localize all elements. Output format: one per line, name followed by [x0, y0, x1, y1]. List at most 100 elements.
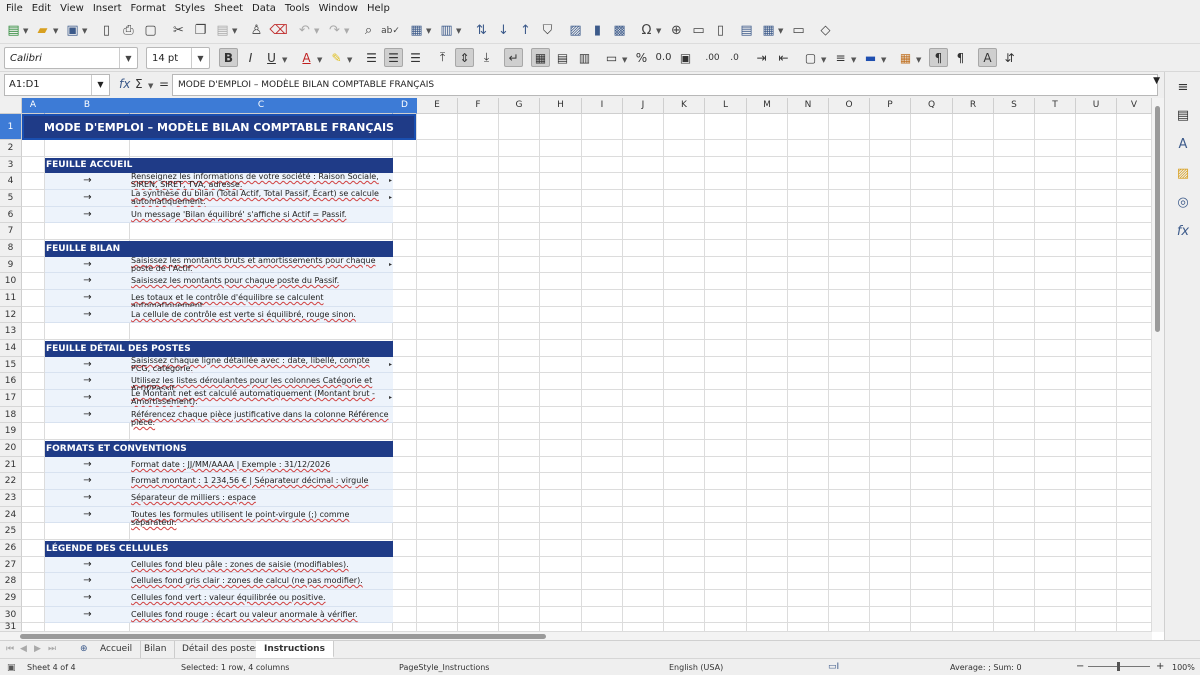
special-character-icon[interactable]: Ω: [638, 22, 655, 39]
row-header-28[interactable]: 28: [0, 573, 22, 590]
styles-icon[interactable]: A: [1174, 135, 1192, 153]
sort-descending-icon[interactable]: ↑: [517, 22, 534, 39]
first-sheet-icon[interactable]: ⏮: [6, 644, 14, 654]
instruction-row[interactable]: → Le Montant net est calculé automatiquem…: [45, 390, 393, 407]
column-dropdown-icon[interactable]: ▼: [456, 27, 461, 35]
document-modified-icon[interactable]: ▣: [7, 663, 16, 673]
column-header-t[interactable]: T: [1035, 98, 1076, 114]
open-folder-icon[interactable]: ▰: [34, 22, 51, 39]
row-header-24[interactable]: 24: [0, 507, 22, 523]
instruction-row[interactable]: → Saisissez chaque ligne détaillée avec :…: [45, 357, 393, 373]
row-header-18[interactable]: 18: [0, 407, 22, 423]
align-bottom-icon[interactable]: ⤓: [477, 48, 496, 67]
increase-indent-icon[interactable]: ⇥: [752, 48, 771, 67]
row-header-16[interactable]: 16: [0, 373, 22, 390]
menu-sheet[interactable]: Sheet: [214, 3, 243, 14]
align-right-icon[interactable]: ☰: [406, 48, 425, 67]
borders-dropdown-icon[interactable]: ▼: [821, 56, 826, 64]
ltr-text-icon[interactable]: ¶: [929, 48, 948, 67]
gallery-icon[interactable]: ▨: [1174, 164, 1192, 182]
print-icon[interactable]: ⎙: [120, 22, 137, 39]
borders-icon[interactable]: ▢: [801, 48, 820, 67]
row-header-12[interactable]: 12: [0, 307, 22, 323]
text-vertical-icon[interactable]: ⇵: [1000, 48, 1019, 67]
row-header-5[interactable]: 5: [0, 190, 22, 207]
instruction-row[interactable]: → Cellules fond vert : valeur équilibrée …: [45, 590, 393, 607]
insert-image-icon[interactable]: ▨: [567, 22, 584, 39]
underline-dropdown-icon[interactable]: ▼: [282, 56, 287, 64]
horizontal-scroll-thumb[interactable]: [20, 634, 546, 639]
column-header-j[interactable]: J: [623, 98, 664, 114]
page-style[interactable]: PageStyle_Instructions: [399, 663, 489, 672]
new-document-icon[interactable]: ▤: [5, 22, 22, 39]
formula-status[interactable]: Average: ; Sum: 0: [950, 663, 1022, 672]
define-print-area-icon[interactable]: ▤: [738, 22, 755, 39]
section-heading[interactable]: FORMATS ET CONVENTIONS: [45, 441, 393, 457]
instruction-row[interactable]: → Toutes les formules utilisent le point-…: [45, 507, 393, 527]
row-header-23[interactable]: 23: [0, 490, 22, 507]
instruction-row[interactable]: → Saisissez les montants bruts et amortis…: [45, 257, 393, 273]
wrap-text-icon[interactable]: ↵: [504, 48, 523, 67]
delete-decimal-icon[interactable]: .0: [725, 48, 744, 67]
navigator-icon[interactable]: ◎: [1174, 193, 1192, 211]
pivot-table-icon[interactable]: ▩: [611, 22, 628, 39]
rtl-text-icon[interactable]: ¶: [951, 48, 970, 67]
last-sheet-icon[interactable]: ⏭: [48, 644, 56, 654]
column-header-r[interactable]: R: [953, 98, 994, 114]
sum-icon[interactable]: Σ: [135, 77, 143, 91]
column-header-k[interactable]: K: [664, 98, 705, 114]
chevron-down-icon[interactable]: ▼: [119, 48, 137, 68]
column-header-q[interactable]: Q: [911, 98, 953, 114]
tab-bilan[interactable]: Bilan: [136, 641, 176, 658]
add-sheet-icon[interactable]: ⊕: [80, 644, 88, 654]
vertical-scrollbar[interactable]: [1152, 98, 1164, 632]
column-header-b[interactable]: B: [45, 98, 130, 114]
text-horizontal-icon[interactable]: A: [978, 48, 997, 67]
instruction-row[interactable]: → Format date : JJ/MM/AAAA | Exemple : 31…: [45, 457, 393, 473]
column-header-l[interactable]: L: [705, 98, 747, 114]
font-color-dropdown-icon[interactable]: ▼: [317, 56, 322, 64]
column-header-h[interactable]: H: [540, 98, 582, 114]
section-heading[interactable]: FEUILLE ACCUEIL: [45, 158, 393, 173]
clear-formatting-icon[interactable]: ⌫: [269, 22, 287, 39]
column-header-o[interactable]: O: [829, 98, 870, 114]
clone-formatting-icon[interactable]: ♙: [248, 22, 265, 39]
redo-dropdown-icon[interactable]: ▼: [344, 27, 349, 35]
export-pdf-icon[interactable]: ▯: [98, 22, 115, 39]
column-header-i[interactable]: I: [582, 98, 623, 114]
column-header-v[interactable]: V: [1117, 98, 1152, 114]
row-header-15[interactable]: 15: [0, 357, 22, 373]
add-decimal-icon[interactable]: .00: [703, 48, 722, 67]
merge-cells-icon[interactable]: ▤: [553, 48, 572, 67]
currency-dropdown-icon[interactable]: ▼: [622, 56, 627, 64]
row-header-10[interactable]: 10: [0, 273, 22, 290]
menu-styles[interactable]: Styles: [175, 3, 205, 14]
align-left-icon[interactable]: ☰: [362, 48, 381, 67]
highlight-dropdown-icon[interactable]: ▼: [347, 56, 352, 64]
freeze-dropdown-icon[interactable]: ▼: [778, 27, 783, 35]
print-preview-icon[interactable]: ▢: [142, 22, 159, 39]
row-header-22[interactable]: 22: [0, 473, 22, 490]
chevron-down-icon[interactable]: ▼: [191, 48, 209, 68]
instruction-row[interactable]: → Saisissez les montants pour chaque post…: [45, 273, 393, 290]
paste-icon[interactable]: ▤: [214, 22, 231, 39]
menu-tools[interactable]: Tools: [285, 3, 310, 14]
properties-icon[interactable]: ▤: [1174, 106, 1192, 124]
instruction-row[interactable]: → Utilisez les listes déroulantes pour le…: [45, 373, 393, 393]
next-sheet-icon[interactable]: ▶: [34, 644, 41, 654]
tab-instructions[interactable]: Instructions: [256, 641, 334, 658]
vertical-scroll-thumb[interactable]: [1155, 106, 1160, 332]
menu-help[interactable]: Help: [367, 3, 390, 14]
instruction-row[interactable]: → Les totaux et le contrôle d'équilibre s…: [45, 290, 393, 310]
row-header-11[interactable]: 11: [0, 290, 22, 307]
menu-file[interactable]: File: [6, 3, 23, 14]
open-dropdown-icon[interactable]: ▼: [53, 27, 58, 35]
row-header-21[interactable]: 21: [0, 457, 22, 473]
decrease-indent-icon[interactable]: ⇤: [774, 48, 793, 67]
sum-dropdown-icon[interactable]: ▼: [148, 82, 153, 90]
instruction-row[interactable]: → Renseignez les informations de votre so…: [45, 173, 393, 190]
row-header-14[interactable]: 14: [0, 340, 22, 357]
column-header-m[interactable]: M: [747, 98, 788, 114]
cut-icon[interactable]: ✂: [170, 22, 187, 39]
row-header-13[interactable]: 13: [0, 323, 22, 340]
